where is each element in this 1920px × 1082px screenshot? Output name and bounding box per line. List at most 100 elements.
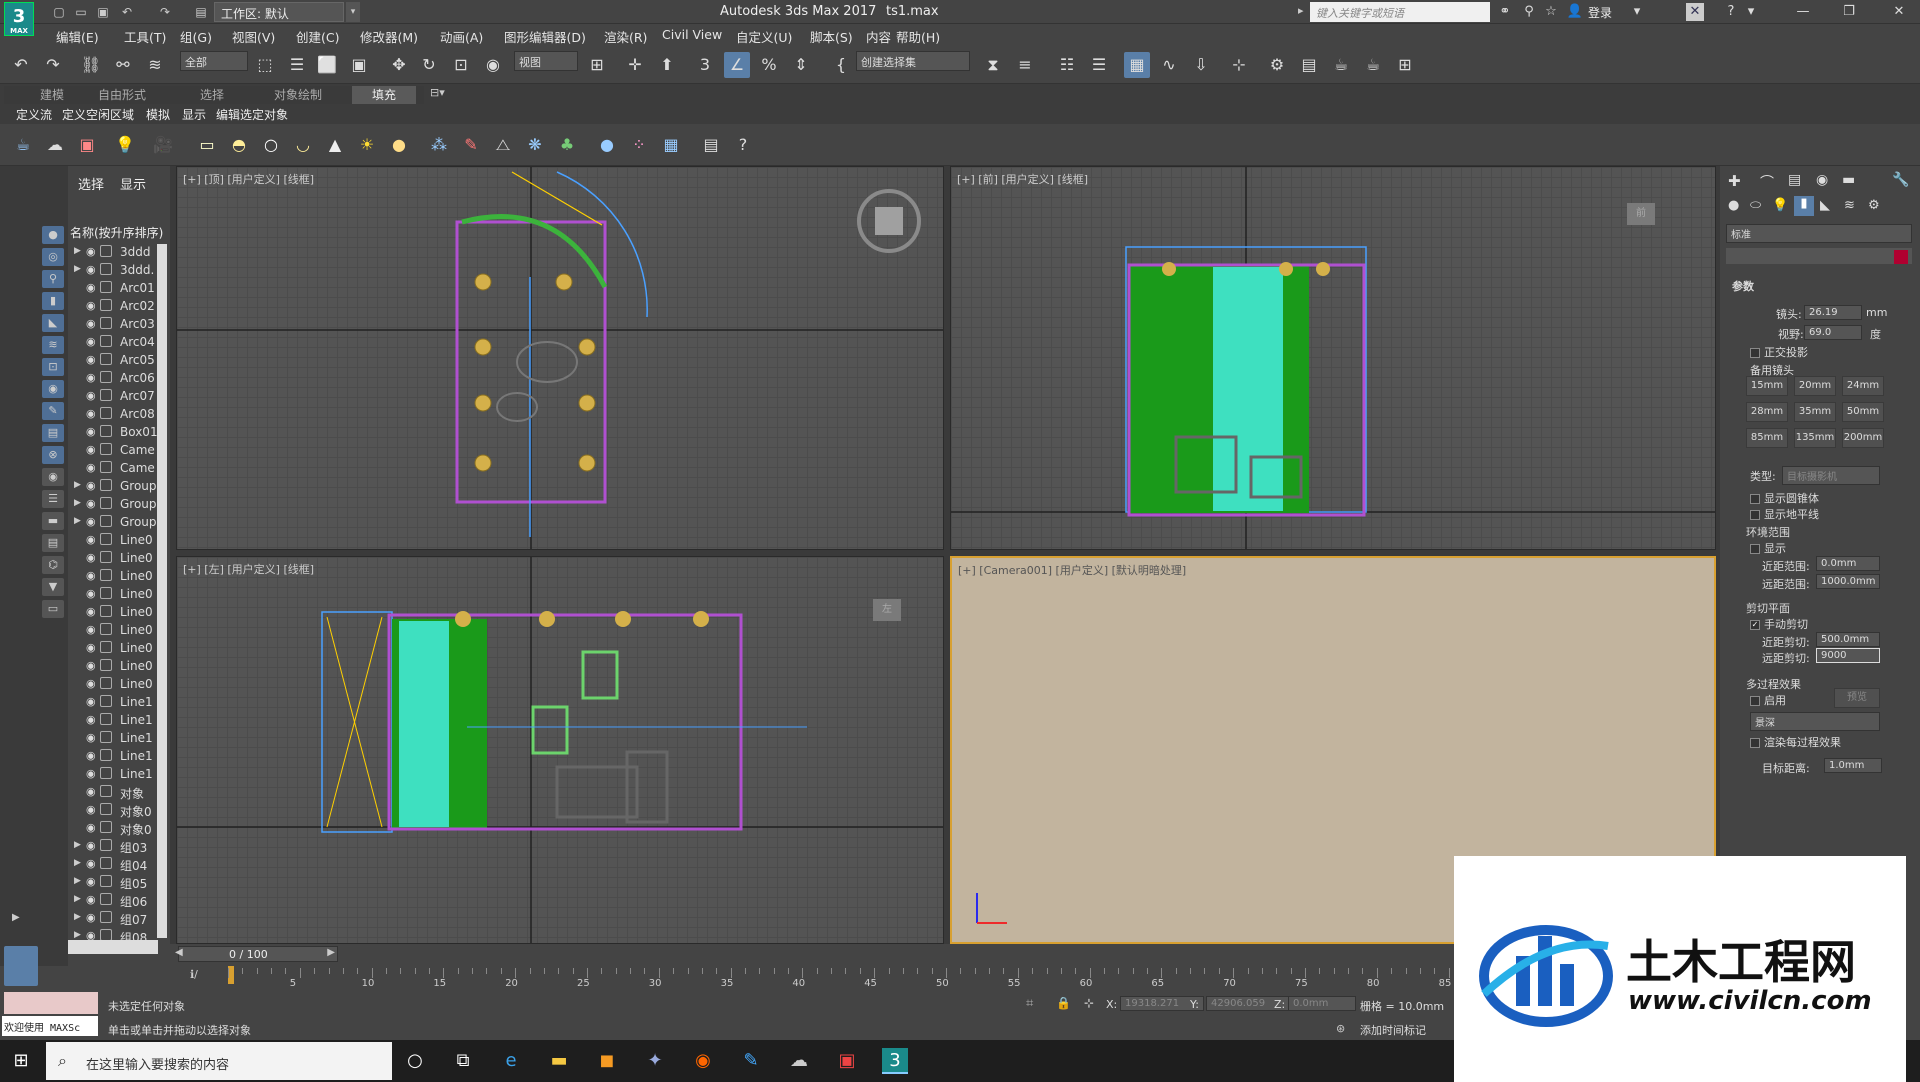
object-name-field[interactable] <box>1726 248 1912 264</box>
scene-row[interactable]: ◉ Arc04 <box>68 334 168 352</box>
scene-row[interactable]: ▶ ◉ 3ddd <box>68 244 168 262</box>
filter-icon-8[interactable]: ✎ <box>42 402 64 420</box>
visibility-eye-icon[interactable]: ◉ <box>86 443 96 456</box>
menu-item-1[interactable]: 工具(T) <box>124 27 166 46</box>
tab-selection[interactable]: 选择 <box>200 86 224 104</box>
cortana-icon[interactable]: ○ <box>402 1048 428 1074</box>
render-each-checkbox[interactable]: 渲染每过程效果 <box>1750 734 1841 750</box>
far-range-input[interactable]: 1000.0mm <box>1816 574 1880 589</box>
visibility-eye-icon[interactable]: ◉ <box>86 515 96 528</box>
batch-render-icon[interactable]: ▤ <box>698 132 724 158</box>
menu-item-5[interactable]: 修改器(M) <box>360 27 418 46</box>
scene-row[interactable]: ◉ 对象0 <box>68 820 168 838</box>
scene-row[interactable]: ◉ Line1 <box>68 694 168 712</box>
lights-icon[interactable]: 💡 <box>1772 198 1788 213</box>
scene-row[interactable]: ▶ ◉ 组07 <box>68 910 168 928</box>
scene-row[interactable]: ◉ Line1 <box>68 766 168 784</box>
sky-light-icon[interactable]: ● <box>386 132 412 158</box>
maxscript-mini[interactable]: 欢迎使用 MAXSc <box>2 1016 98 1036</box>
fur-icon[interactable]: ✎ <box>458 132 484 158</box>
redo-icon[interactable]: ↷ <box>156 3 174 21</box>
scene-row[interactable]: ◉ Came <box>68 442 168 460</box>
visibility-eye-icon[interactable]: ◉ <box>86 587 96 600</box>
scene-row[interactable]: ▶ ◉ 组04 <box>68 856 168 874</box>
snaps-toggle-icon[interactable]: 3 <box>692 52 718 78</box>
sun-icon[interactable]: ☀ <box>354 132 380 158</box>
layout-switch-icon[interactable] <box>4 946 38 986</box>
app-logo[interactable]: 3 MAX <box>4 2 34 36</box>
visibility-eye-icon[interactable]: ◉ <box>86 749 96 762</box>
app-orange-icon[interactable]: ◼ <box>594 1048 620 1074</box>
scene-row[interactable]: ▶ ◉ Group <box>68 478 168 496</box>
visibility-eye-icon[interactable]: ◉ <box>86 407 96 420</box>
add-time-tag[interactable]: 添加时间标记 <box>1360 1022 1426 1038</box>
scene-row[interactable]: ◉ Arc07 <box>68 388 168 406</box>
star-icon[interactable]: ☆ <box>1542 3 1560 21</box>
light-bulb-icon[interactable]: 💡 <box>112 132 138 158</box>
expand-arrow-icon[interactable]: ▶ <box>74 840 81 850</box>
lens-button-50mm[interactable]: 50mm <box>1842 402 1884 422</box>
menu-item-10[interactable]: 自定义(U) <box>736 27 792 46</box>
schematic-view-icon[interactable]: ⇩ <box>1188 52 1214 78</box>
expand-arrow-icon[interactable]: ▶ <box>74 894 81 904</box>
scene-row[interactable]: ◉ Line1 <box>68 712 168 730</box>
scale-icon[interactable]: ⊡ <box>448 52 474 78</box>
transform-mode-icon[interactable]: ⊹ <box>1084 996 1094 1010</box>
curve-editor-icon[interactable]: ∿ <box>1156 52 1182 78</box>
viewcube-face[interactable] <box>875 207 903 235</box>
palette-icon[interactable]: ⁘ <box>626 132 652 158</box>
visibility-eye-icon[interactable]: ◉ <box>86 677 96 690</box>
sphere-light-icon[interactable]: ○ <box>258 132 284 158</box>
filter-icon-9[interactable]: ▤ <box>42 424 64 442</box>
filter-icon-4[interactable]: ◣ <box>42 314 64 332</box>
camera-type-dropdown[interactable]: 目标摄影机 <box>1782 466 1880 485</box>
open-file-icon[interactable]: ▭ <box>72 3 90 21</box>
visibility-eye-icon[interactable]: ◉ <box>86 497 96 510</box>
env-show-checkbox[interactable]: 显示 <box>1750 540 1786 556</box>
show-horizon-checkbox[interactable]: 显示地平线 <box>1750 506 1819 522</box>
isolate-icon[interactable]: ⌗ <box>1026 996 1033 1011</box>
ribbon-simulate[interactable]: 模拟 <box>146 106 170 124</box>
tab-modeling[interactable]: 建模 <box>40 86 64 104</box>
particle-icon[interactable]: ⁂ <box>426 132 452 158</box>
scene-row[interactable]: ◉ Line0 <box>68 532 168 550</box>
visibility-eye-icon[interactable]: ◉ <box>86 551 96 564</box>
scene-row[interactable]: ▶ ◉ 组06 <box>68 892 168 910</box>
visibility-eye-icon[interactable]: ◉ <box>86 893 96 906</box>
scene-row[interactable]: ▶ ◉ 组05 <box>68 874 168 892</box>
visibility-eye-icon[interactable]: ◉ <box>86 623 96 636</box>
app-red-icon[interactable]: ▣ <box>834 1048 860 1074</box>
scene-row[interactable]: ◉ Line0 <box>68 658 168 676</box>
3dsmax-task-icon[interactable]: 3 <box>882 1048 908 1074</box>
material-editor-icon[interactable]: ⊹ <box>1226 52 1252 78</box>
visibility-eye-icon[interactable]: ◉ <box>86 371 96 384</box>
keyboard-shortcut-icon[interactable]: ⬆ <box>654 52 680 78</box>
menu-item-11[interactable]: 脚本(S) <box>810 27 853 46</box>
proxy-icon[interactable]: ❋ <box>522 132 548 158</box>
scene-row[interactable]: ◉ Box01 <box>68 424 168 442</box>
bowl-light-icon[interactable]: ◡ <box>290 132 316 158</box>
login-link[interactable]: 登录 <box>1588 4 1612 21</box>
render-icon[interactable]: ☕ <box>1328 52 1354 78</box>
plant-icon[interactable]: ♣ <box>554 132 580 158</box>
z-coord-input[interactable]: 0.0mm <box>1288 996 1356 1011</box>
render-frame-icon[interactable]: ▣ <box>74 132 100 158</box>
lens-input[interactable]: 26.19 <box>1804 305 1862 320</box>
lens-button-85mm[interactable]: 85mm <box>1746 428 1788 448</box>
visibility-eye-icon[interactable]: ◉ <box>86 641 96 654</box>
viewport-left[interactable]: [+] [左] [用户定义] [线框] 左 <box>176 556 944 944</box>
far-clip-input[interactable]: 9000 <box>1816 648 1880 663</box>
visibility-eye-icon[interactable]: ◉ <box>86 803 96 816</box>
expand-arrow-icon[interactable]: ▶ <box>74 264 81 274</box>
spinner-snap-icon[interactable]: ⇕ <box>788 52 814 78</box>
ribbon-define-idle[interactable]: 定义空闲区域 <box>62 106 134 124</box>
help-dropdown-icon[interactable]: ▾ <box>1742 3 1760 21</box>
visibility-eye-icon[interactable]: ◉ <box>86 605 96 618</box>
visibility-eye-icon[interactable]: ◉ <box>86 425 96 438</box>
scene-explorer-icon[interactable]: ☷ <box>1054 52 1080 78</box>
app-cloud-icon[interactable]: ☁ <box>786 1048 812 1074</box>
menu-item-13[interactable]: 帮助(H) <box>896 27 940 46</box>
lens-button-135mm[interactable]: 135mm <box>1794 428 1836 448</box>
visibility-eye-icon[interactable]: ◉ <box>86 857 96 870</box>
lens-button-28mm[interactable]: 28mm <box>1746 402 1788 422</box>
